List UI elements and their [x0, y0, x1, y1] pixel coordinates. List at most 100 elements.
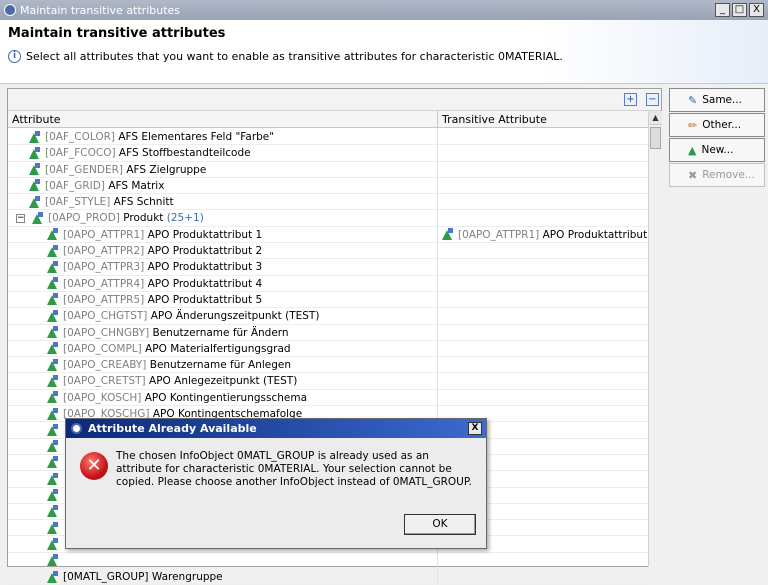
window-title: Maintain transitive attributes [20, 3, 181, 17]
attribute-name: AFS Matrix [108, 179, 165, 192]
page-header: Maintain transitive attributes i Select … [0, 20, 768, 84]
attribute-count: (25+1) [166, 212, 204, 225]
attribute-technical-name: [0APO_CREABY] [63, 359, 147, 372]
table-row[interactable]: [0APO_ATTPR3] APO Produktattribut 3 [8, 259, 648, 276]
vertical-scrollbar[interactable]: ▲ [648, 111, 662, 567]
remove-button[interactable]: ✖ Remove... [669, 163, 765, 187]
table-row[interactable]: [0AF_STYLE] AFS Schnitt [8, 194, 648, 211]
maximize-button[interactable]: □ [732, 3, 747, 17]
table-toolbar: + − [8, 89, 661, 111]
transitive-cell[interactable] [438, 325, 648, 341]
expand-all-button[interactable]: + [624, 93, 637, 106]
attribute-name: AFS Elementares Feld "Farbe" [118, 131, 275, 143]
infoobject-icon [31, 211, 44, 225]
attribute-technical-name: [0AF_COLOR] [45, 131, 115, 143]
dialog-close-button[interactable]: X [468, 422, 482, 435]
attribute-name: APO Kontingentierungsschema [144, 391, 308, 404]
ok-button[interactable]: OK [404, 514, 476, 535]
attribute-cell[interactable]: [0APO_ATTPR4] APO Produktattribut 4 [8, 275, 438, 292]
attribute-name: Benutzername für Anlegen [149, 359, 292, 372]
attribute-cell[interactable]: [0AF_COLOR] AFS Elementares Feld "Farbe" [8, 129, 438, 146]
table-row[interactable]: [0MATL_GROUP] Warengruppe [8, 569, 648, 585]
attribute-cell[interactable]: − [0APO_PROD] Produkt (25+1) [8, 210, 438, 227]
attribute-cell[interactable]: [0AF_GENDER] AFS Zielgruppe [8, 161, 438, 178]
transitive-cell[interactable] [438, 341, 648, 358]
attribute-cell[interactable]: [0APO_COMPL] APO Materialfertigungsgrad [8, 340, 438, 358]
attribute-technical-name: [0APO_ATTPR3] [63, 261, 145, 274]
table-row[interactable]: [0APO_ATTPR1] APO Produktattribut 1 [0APO… [8, 226, 657, 244]
attribute-cell[interactable]: [0APO_ATTPR2] APO Produktattribut 2 [8, 243, 438, 260]
attribute-cell[interactable]: [0APO_ATTPR1] APO Produktattribut 1 [8, 226, 438, 244]
attribute-cell[interactable]: [0APO_CRETST] APO Anlegezeitpunkt (TEST) [8, 373, 438, 390]
table-row[interactable]: [0AF_COLOR] AFS Elementares Feld "Farbe" [8, 129, 648, 146]
attribute-cell[interactable]: [0MATL_GROUP] Warengruppe [8, 569, 438, 585]
attribute-cell[interactable]: [0AF_GRID] AFS Matrix [8, 177, 438, 195]
attribute-cell[interactable]: [0AF_FCOCO] AFS Stoffbestandteilcode [8, 145, 438, 162]
minimize-button[interactable]: _ [715, 3, 730, 17]
infoobject-icon [46, 244, 59, 258]
table-row[interactable]: [0APO_CRETST] APO Anlegezeitpunkt (TEST) [8, 373, 648, 390]
info-icon: i [8, 50, 21, 63]
transitive-cell[interactable] [438, 194, 648, 211]
collapse-all-button[interactable]: − [646, 93, 659, 106]
new-attribute-icon: ▲ [688, 143, 697, 157]
attribute-cell[interactable]: [0APO_CHGTST] APO Änderungszeitpunkt (TE… [8, 308, 438, 325]
close-button[interactable]: X [749, 3, 764, 17]
transitive-cell[interactable] [438, 292, 648, 309]
attribute-cell[interactable]: [0APO_CHNGBY] Benutzername für Ändern [8, 324, 438, 341]
attribute-name: [0MATL_GROUP] Warengruppe [63, 571, 223, 584]
attribute-cell[interactable]: [0APO_KOSCH] APO Kontingentierungsschema [8, 389, 438, 407]
attribute-name: APO Produktattribut 4 [147, 277, 263, 290]
infoobject-icon [46, 505, 59, 518]
table-row[interactable]: − [0APO_PROD] Produkt (25+1) [8, 210, 648, 227]
table-row[interactable]: [0APO_KOSCH] APO Kontingentierungsschema [8, 389, 648, 407]
attribute-cell[interactable]: [0AF_STYLE] AFS Schnitt [8, 194, 438, 211]
transitive-cell[interactable] [438, 259, 648, 276]
transitive-cell[interactable] [438, 243, 648, 260]
transitive-cell[interactable]: [0APO_ATTPR1] APO Produktattribut 1 [438, 227, 657, 244]
table-row[interactable]: [0AF_FCOCO] AFS Stoffbestandteilcode [8, 145, 648, 162]
error-dialog: Attribute Already Available X ✕ The chos… [65, 418, 487, 549]
transitive-cell[interactable] [438, 357, 648, 374]
transitive-cell[interactable] [438, 162, 648, 178]
scroll-up-arrow-icon[interactable]: ▲ [649, 111, 662, 125]
table-row[interactable]: [0AF_GRID] AFS Matrix [8, 177, 648, 195]
collapse-toggle-icon[interactable]: − [16, 213, 25, 223]
column-header-transitive[interactable]: Transitive Attribute [438, 111, 648, 128]
table-row[interactable]: [0APO_CREABY] Benutzername für Anlegen [8, 357, 648, 374]
transitive-cell[interactable] [438, 129, 648, 146]
transitive-cell[interactable] [438, 178, 648, 195]
infoobject-icon [46, 472, 59, 486]
other-button[interactable]: ✏ Other... [669, 113, 765, 137]
attribute-cell[interactable]: [0APO_CREABY] Benutzername für Anlegen [8, 357, 438, 374]
attribute-technical-name: [0AF_GRID] [45, 179, 105, 192]
table-row[interactable]: [0APO_ATTPR4] APO Produktattribut 4 [8, 275, 648, 292]
column-header-attribute[interactable]: Attribute [8, 111, 438, 128]
transitive-technical-name: [0APO_ATTPR1] [458, 228, 540, 241]
same-button[interactable]: ✎ Same... [669, 88, 765, 112]
transitive-cell[interactable] [438, 210, 648, 227]
table-row[interactable]: [0APO_CHGTST] APO Änderungszeitpunkt (TE… [8, 308, 648, 325]
dialog-message: The chosen InfoObject 0MATL_GROUP is alr… [116, 450, 472, 488]
new-button[interactable]: ▲ New... [669, 138, 765, 162]
transitive-cell[interactable] [438, 569, 648, 585]
transitive-cell[interactable] [438, 145, 648, 162]
infoobject-icon [28, 146, 41, 160]
table-row[interactable]: [0APO_COMPL] APO Materialfertigungsgrad [8, 340, 648, 358]
attribute-cell[interactable]: [0APO_ATTPR3] APO Produktattribut 3 [8, 259, 438, 276]
transitive-cell[interactable] [438, 373, 648, 390]
dialog-app-icon [71, 423, 82, 434]
table-row[interactable]: [0APO_CHNGBY] Benutzername für Ändern [8, 324, 648, 341]
table-row[interactable]: [0AF_GENDER] AFS Zielgruppe [8, 161, 648, 178]
attribute-cell[interactable]: [0APO_ATTPR5] APO Produktattribut 5 [8, 291, 438, 309]
transitive-cell[interactable] [438, 276, 648, 292]
table-row[interactable]: [0APO_ATTPR2] APO Produktattribut 2 [8, 243, 648, 260]
attribute-name: APO Anlegezeitpunkt (TEST) [149, 375, 298, 388]
table-row[interactable]: [0APO_ATTPR5] APO Produktattribut 5 [8, 291, 648, 309]
infoobject-icon [46, 342, 59, 355]
attribute-name: AFS Stoffbestandteilcode [118, 147, 251, 160]
transitive-cell[interactable] [438, 390, 648, 407]
transitive-cell[interactable] [438, 308, 648, 325]
dialog-title: Attribute Already Available [88, 422, 257, 435]
scroll-thumb[interactable] [650, 127, 661, 149]
